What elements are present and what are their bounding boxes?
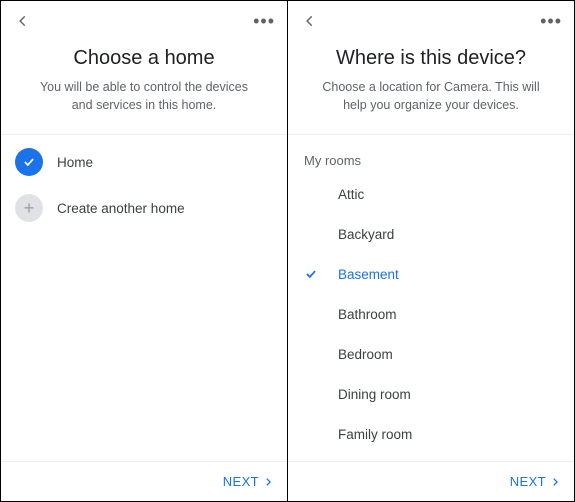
chevron-right-icon	[263, 477, 273, 487]
next-button[interactable]: NEXT	[510, 474, 560, 489]
check-icon	[304, 267, 338, 281]
header: Where is this device? Choose a location …	[288, 41, 574, 134]
next-label: NEXT	[223, 474, 259, 489]
footer: NEXT	[288, 461, 574, 501]
overflow-menu-icon[interactable]: •••	[253, 12, 275, 30]
home-option-create[interactable]: + Create another home	[1, 185, 287, 231]
room-option-bathroom[interactable]: Bathroom	[288, 294, 574, 334]
page-subtitle: You will be able to control the devices …	[25, 78, 263, 114]
room-label: Attic	[338, 187, 364, 202]
room-label: Bathroom	[338, 307, 397, 322]
room-option-basement[interactable]: Basement	[288, 254, 574, 294]
room-option-bedroom[interactable]: Bedroom	[288, 334, 574, 374]
page-title: Where is this device?	[312, 47, 550, 70]
check-circle-icon	[15, 148, 43, 176]
footer: NEXT	[1, 461, 287, 501]
room-label: Basement	[338, 267, 399, 282]
room-option-family-room[interactable]: Family room	[288, 414, 574, 454]
room-option-attic[interactable]: Attic	[288, 174, 574, 214]
page-title: Choose a home	[25, 47, 263, 70]
page-subtitle: Choose a location for Camera. This will …	[312, 78, 550, 114]
room-option-backyard[interactable]: Backyard	[288, 214, 574, 254]
room-label: Dining room	[338, 387, 411, 402]
back-icon[interactable]	[13, 11, 33, 31]
header: Choose a home You will be able to contro…	[1, 41, 287, 134]
back-icon[interactable]	[300, 11, 320, 31]
home-option-label: Create another home	[57, 201, 185, 216]
pane-device-location: ••• Where is this device? Choose a locat…	[287, 1, 574, 501]
home-option-home[interactable]: Home	[1, 139, 287, 185]
room-label: Backyard	[338, 227, 394, 242]
plus-circle-icon: +	[15, 194, 43, 222]
rooms-list: My rooms Attic Backyard Basement Bathroo…	[288, 135, 574, 461]
chevron-right-icon	[550, 477, 560, 487]
next-label: NEXT	[510, 474, 546, 489]
home-options-list: Home + Create another home	[1, 135, 287, 461]
room-label: Bedroom	[338, 347, 393, 362]
topbar: •••	[288, 1, 574, 41]
next-button[interactable]: NEXT	[223, 474, 273, 489]
pane-choose-home: ••• Choose a home You will be able to co…	[1, 1, 287, 501]
room-label: Family room	[338, 427, 412, 442]
overflow-menu-icon[interactable]: •••	[540, 12, 562, 30]
topbar: •••	[1, 1, 287, 41]
room-option-dining-room[interactable]: Dining room	[288, 374, 574, 414]
rooms-section-label: My rooms	[288, 139, 574, 174]
home-option-label: Home	[57, 155, 93, 170]
